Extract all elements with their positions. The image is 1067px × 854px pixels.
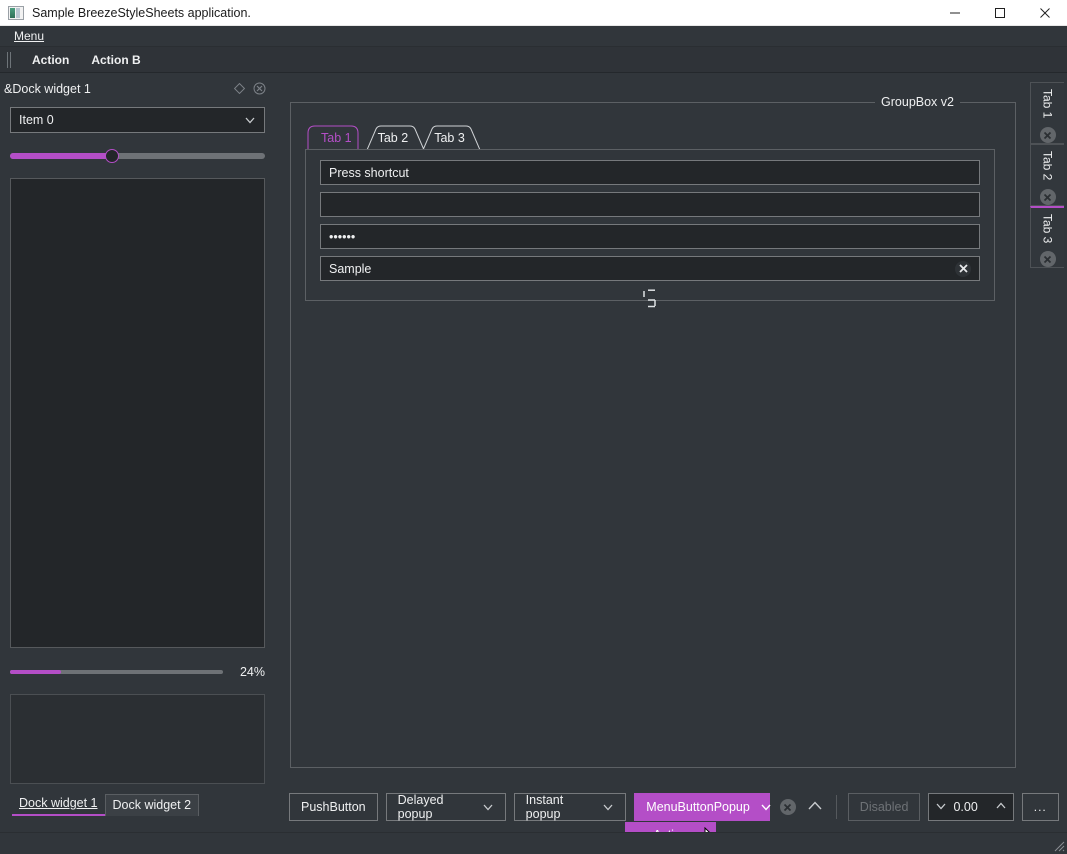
vertical-tab-1[interactable]: Tab 1 — [1030, 82, 1064, 144]
toolbar-action-a[interactable]: Action — [22, 50, 79, 70]
toolbar-drag-handle[interactable] — [5, 51, 15, 68]
password-field-value: •••••• — [329, 229, 356, 244]
groupbox-title: GroupBox v2 — [875, 95, 960, 109]
vertical-tab-2-label: Tab 2 — [1040, 151, 1055, 181]
separator — [835, 795, 837, 819]
list-view[interactable] — [10, 178, 265, 648]
pushbutton[interactable]: PushButton — [289, 793, 378, 821]
dock-tab-1-label: Dock widget 1 — [19, 796, 98, 810]
chevron-down-icon — [482, 801, 494, 813]
app-icon — [8, 5, 24, 20]
maximize-button[interactable] — [977, 0, 1022, 26]
vertical-tab-1-label: Tab 1 — [1040, 89, 1055, 119]
close-icon[interactable] — [1039, 189, 1056, 205]
clear-icon[interactable] — [955, 260, 971, 277]
close-icon[interactable] — [1039, 251, 1056, 267]
chevron-down-icon — [602, 801, 614, 813]
shortcut-field[interactable]: Press shortcut — [320, 160, 980, 185]
dock-tab-2-label: Dock widget 2 — [112, 798, 192, 812]
dock-tab-1[interactable]: Dock widget 1 — [12, 793, 105, 816]
menu-item-menu-label: Menu — [14, 29, 45, 43]
close-icon[interactable] — [1039, 127, 1056, 143]
chevron-up-button[interactable] — [805, 796, 825, 818]
close-circle-icon — [779, 799, 796, 815]
tab-bar: Tab 1 Tab 2 Tab 3 — [307, 125, 481, 150]
dock-widget: &Dock widget 1 Item 0 24% Dock widget 1 … — [0, 78, 275, 830]
disabled-button-label: Disabled — [859, 800, 909, 814]
progress-bar-fill — [10, 670, 62, 674]
dock-tab-bar: Dock widget 1 Dock widget 2 — [10, 792, 265, 816]
button-bar: PushButton Delayed popup Instant popup M… — [289, 792, 1060, 822]
secondary-list-view[interactable] — [10, 694, 265, 784]
resize-grip[interactable] — [1052, 839, 1066, 853]
dock-title-label: &Dock widget 1 — [4, 81, 91, 96]
dock-body: Item 0 24% Dock widget 1 Dock widget 2 — [0, 99, 275, 830]
progress-row: 24% — [10, 662, 265, 682]
delayed-popup-button[interactable]: Delayed popup — [385, 793, 506, 821]
sample-field-value: Sample — [329, 261, 372, 276]
horizontal-slider[interactable] — [10, 144, 265, 168]
chevron-down-icon[interactable] — [935, 800, 947, 815]
tab-panel: Press shortcut •••••• Sample — [305, 149, 995, 308]
instant-popup-label: Instant popup — [525, 793, 564, 821]
item-combobox[interactable]: Item 0 — [10, 107, 265, 133]
menubutton-popup-button[interactable]: MenuButtonPopup — [634, 793, 772, 821]
instant-popup-button[interactable]: Instant popup — [513, 793, 627, 821]
more-options-label: ... — [1033, 800, 1047, 814]
tab-2[interactable]: Tab 2 — [364, 125, 425, 150]
delayed-popup-label: Delayed popup — [397, 793, 444, 821]
chevron-up-icon[interactable] — [995, 800, 1007, 815]
groupbox: GroupBox v2 Tab 1 Tab 2 Tab 3 Press shor… — [290, 95, 1016, 768]
slider-handle[interactable] — [105, 149, 119, 163]
spinbox-value: 0.00 — [953, 800, 978, 814]
close-circle-button[interactable] — [778, 796, 798, 818]
disabled-button: Disabled — [847, 793, 921, 821]
toolbar-action-b[interactable]: Action B — [81, 50, 150, 70]
tab-3-label: Tab 3 — [434, 130, 465, 145]
close-icon[interactable] — [251, 81, 267, 97]
tab-1-label: Tab 1 — [321, 130, 352, 145]
item-combobox-value: Item 0 — [19, 113, 54, 127]
main-content: GroupBox v2 Tab 1 Tab 2 Tab 3 Press shor… — [281, 82, 1023, 782]
window-title: Sample BreezeStyleSheets application. — [32, 5, 251, 20]
window-controls — [932, 0, 1067, 25]
menu-item-menu[interactable]: Menu — [10, 27, 48, 45]
menu-bar: Menu — [0, 26, 1067, 47]
tab-1[interactable]: Tab 1 — [307, 125, 366, 150]
title-bar: Sample BreezeStyleSheets application. — [0, 0, 1067, 26]
slider-fill — [10, 153, 112, 159]
shortcut-field-value: Press shortcut — [329, 165, 409, 180]
pushbutton-label: PushButton — [301, 800, 366, 814]
vertical-tab-bar: Tab 1 Tab 2 Tab 3 — [1027, 82, 1067, 268]
tool-bar: Action Action B — [0, 47, 1067, 73]
float-icon[interactable] — [231, 81, 247, 97]
progress-bar — [10, 670, 223, 674]
lcd-number — [641, 288, 659, 310]
tab-2-label: Tab 2 — [377, 130, 409, 145]
dock-tab-2[interactable]: Dock widget 2 — [104, 794, 200, 816]
minimize-button[interactable] — [932, 0, 977, 26]
password-field[interactable]: •••••• — [320, 224, 980, 249]
vertical-tab-2[interactable]: Tab 2 — [1030, 144, 1064, 206]
chevron-down-icon — [760, 801, 772, 813]
vertical-tab-3-label: Tab 3 — [1040, 214, 1055, 244]
dock-title-bar: &Dock widget 1 — [0, 78, 275, 99]
double-spinbox[interactable]: 0.00 — [928, 793, 1014, 821]
lcd-row — [320, 288, 980, 310]
progress-label: 24% — [239, 665, 265, 679]
tab-3[interactable]: Tab 3 — [420, 125, 481, 150]
vertical-tab-3[interactable]: Tab 3 — [1030, 206, 1064, 268]
chevron-up-icon — [807, 799, 823, 816]
more-options-button[interactable]: ... — [1021, 793, 1060, 821]
close-button[interactable] — [1022, 0, 1067, 26]
chevron-down-icon — [244, 114, 256, 126]
sample-field[interactable]: Sample — [320, 256, 980, 281]
menubutton-popup-label: MenuButtonPopup — [646, 800, 750, 814]
status-bar — [0, 832, 1067, 854]
empty-field[interactable] — [320, 192, 980, 217]
